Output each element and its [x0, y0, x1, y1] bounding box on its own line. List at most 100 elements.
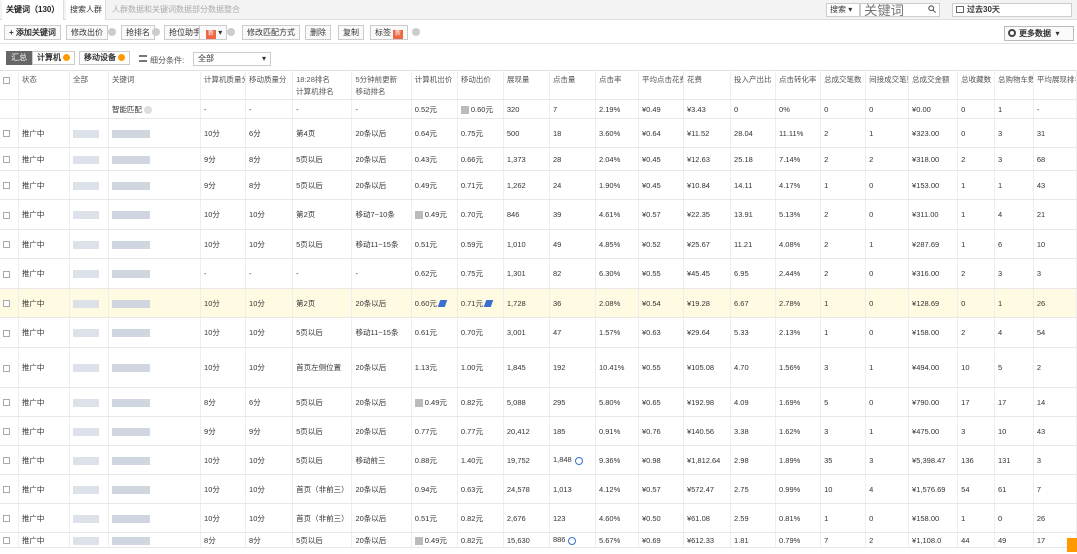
help-icon[interactable]	[143, 105, 152, 114]
keyword-cell[interactable]	[108, 118, 202, 148]
cell-pcbid[interactable]: 0.88元	[411, 445, 458, 475]
row-checkbox[interactable]	[3, 537, 10, 545]
cell-mbid[interactable]: 0.66元	[457, 147, 504, 171]
cell-pcbid[interactable]: 0.49元	[411, 532, 458, 548]
column-header[interactable]: 18:28排名 计算机排名	[292, 70, 353, 100]
keyword-cell[interactable]	[108, 416, 202, 446]
keyword-cell[interactable]	[108, 347, 202, 388]
table-row[interactable]: 推广中 9分 8分 5页以后 20条以后 0.43元 0.66元 1,373 28 2.04% ¥0…	[0, 147, 1077, 171]
column-header[interactable]: 移动出价	[457, 70, 504, 100]
segment-select[interactable]: 全部 ▾	[193, 52, 271, 66]
table-row[interactable]: 推广中 10分 10分 第2页 移动7~10条 0.49元 0.70元 846 39 4.61% ¥…	[0, 199, 1077, 230]
filter-summary[interactable]: 汇总	[6, 51, 32, 65]
table-row[interactable]: 推广中 9分 9分 5页以后 20条以后 0.77元 0.77元 20,412 185 0.91%…	[0, 416, 1077, 446]
tab-keywords[interactable]: 关键词（130）	[2, 0, 64, 20]
column-header[interactable]: 5分钟前更新 移动排名	[351, 70, 412, 100]
column-header[interactable]: 投入产出比	[730, 70, 777, 100]
cell-pcbid[interactable]: 0.64元	[411, 118, 458, 148]
cell-mbid[interactable]: 0.63元	[457, 474, 504, 504]
table-row[interactable]: 推广中 10分 10分 第2页 20条以后 0.60元 0.71元 1,728 36 2.08% ¥…	[0, 288, 1077, 318]
row-checkbox[interactable]	[3, 428, 10, 436]
keyword-cell[interactable]: 智能匹配	[108, 99, 202, 119]
row-checkbox[interactable]	[3, 399, 10, 407]
keyword-cell[interactable]	[108, 258, 202, 289]
filter-computer[interactable]: 计算机	[32, 51, 75, 65]
cell-pcbid[interactable]: 0.49元	[411, 387, 458, 417]
row-checkbox[interactable]	[3, 515, 10, 523]
cell-mbid[interactable]: 0.59元	[457, 229, 504, 259]
table-row[interactable]: 推广中 - - - - 0.62元 0.75元 1,301 82 6.30% ¥0.55 ¥45.45…	[0, 258, 1077, 289]
keyword-cell[interactable]	[108, 532, 202, 548]
column-header[interactable]: 全部	[69, 70, 109, 100]
cell-mbid[interactable]: 0.70元	[457, 317, 504, 348]
column-header[interactable]: 间接成交笔数	[865, 70, 910, 100]
cell-pcbid[interactable]: 0.51元	[411, 503, 458, 533]
date-range-button[interactable]: 过去30天	[952, 3, 1072, 17]
cell-pcbid[interactable]: 0.51元	[411, 229, 458, 259]
cell-mbid[interactable]: 0.75元	[457, 118, 504, 148]
table-row[interactable]: 推广中 10分 10分 5页以后 移动11~15条 0.61元 0.70元 3,001 47 1.…	[0, 317, 1077, 348]
grab-rank-button[interactable]: 抢排名	[121, 25, 155, 40]
cell-mbid[interactable]: 1.40元	[457, 445, 504, 475]
help-icon[interactable]	[108, 28, 116, 36]
cell-pcbid[interactable]: 0.60元	[411, 288, 458, 318]
keyword-cell[interactable]	[108, 474, 202, 504]
keyword-cell[interactable]	[108, 288, 202, 318]
edit-pencil-icon[interactable]	[437, 300, 448, 308]
keyword-cell[interactable]	[108, 445, 202, 475]
help-icon[interactable]	[227, 28, 235, 36]
table-row[interactable]: 推广中 10分 6分 第4页 20条以后 0.64元 0.75元 500 18 3.60% ¥0.6…	[0, 118, 1077, 148]
row-checkbox[interactable]	[3, 329, 10, 337]
table-row[interactable]: 推广中 10分 10分 5页以后 移动11~15条 0.51元 0.59元 1,010 49 4.…	[0, 229, 1077, 259]
column-header[interactable]: 总成交笔数	[820, 70, 867, 100]
cell-mbid[interactable]: 1.00元	[457, 347, 504, 388]
rank-helper-dropdown[interactable]: 新 ▾	[199, 25, 228, 40]
cell-pcbid[interactable]: 0.52元	[411, 99, 458, 119]
tag-button[interactable]: 标签新	[370, 25, 409, 40]
copy-button[interactable]: 复制	[338, 25, 364, 40]
column-header[interactable]: 平均点击花费	[638, 70, 684, 100]
table-row[interactable]: 推广中 8分 8分 5页以后 20条以后 0.49元 0.82元 15,630 886 5.67%…	[0, 532, 1077, 548]
row-checkbox[interactable]	[3, 211, 10, 219]
column-header[interactable]: 计算机出价	[411, 70, 458, 100]
keyword-cell[interactable]	[108, 199, 202, 230]
table-row[interactable]: 推广中 10分 10分 首页左侧位置 20条以后 1.13元 1.00元 1,845 192 10…	[0, 347, 1077, 388]
filter-mobile[interactable]: 移动设备	[79, 51, 130, 65]
row-checkbox[interactable]	[3, 457, 10, 465]
cell-pcbid[interactable]: 0.61元	[411, 317, 458, 348]
info-icon[interactable]	[568, 536, 577, 545]
column-header[interactable]: 总购物车数	[994, 70, 1034, 100]
row-checkbox[interactable]	[3, 364, 10, 372]
table-row[interactable]: 推广中 10分 10分 5页以后 移动前三 0.88元 1.40元 19,752 1,848 9.…	[0, 445, 1077, 475]
feedback-tab[interactable]	[1067, 538, 1077, 552]
keyword-cell[interactable]	[108, 503, 202, 533]
column-header[interactable]: 点击率	[595, 70, 639, 100]
cell-mbid[interactable]: 0.77元	[457, 416, 504, 446]
cell-mbid[interactable]: 0.82元	[457, 503, 504, 533]
search-icon[interactable]	[928, 5, 936, 13]
column-header[interactable]	[0, 70, 19, 100]
help-icon[interactable]	[152, 28, 160, 36]
keyword-cell[interactable]	[108, 387, 202, 417]
cell-mbid[interactable]: 0.82元	[457, 532, 504, 548]
tab-crowd-keyword-merge[interactable]: 人群数据和关键词数据部分数据整合	[112, 0, 240, 20]
keyword-cell[interactable]	[108, 317, 202, 348]
column-header[interactable]: 点击量	[549, 70, 596, 100]
column-header[interactable]: 总收藏数	[957, 70, 995, 100]
column-header[interactable]: 计算机质量分	[200, 70, 247, 100]
cell-mbid[interactable]: 0.60元	[457, 99, 504, 119]
column-header[interactable]: 展现量	[503, 70, 550, 100]
select-all-checkbox[interactable]	[3, 76, 10, 84]
row-checkbox[interactable]	[3, 270, 10, 278]
column-header[interactable]: 平均展现排名	[1033, 70, 1077, 100]
cell-mbid[interactable]: 0.71元	[457, 170, 504, 200]
cell-pcbid[interactable]: 0.49元	[411, 170, 458, 200]
cell-pcbid[interactable]: 0.49元	[411, 199, 458, 230]
cell-pcbid[interactable]: 0.77元	[411, 416, 458, 446]
row-checkbox[interactable]	[3, 241, 10, 249]
cell-mbid[interactable]: 0.75元	[457, 258, 504, 289]
column-header[interactable]: 移动质量分	[245, 70, 294, 100]
cell-pcbid[interactable]: 0.94元	[411, 474, 458, 504]
column-header[interactable]: 状态	[18, 70, 71, 100]
keyword-cell[interactable]	[108, 170, 202, 200]
